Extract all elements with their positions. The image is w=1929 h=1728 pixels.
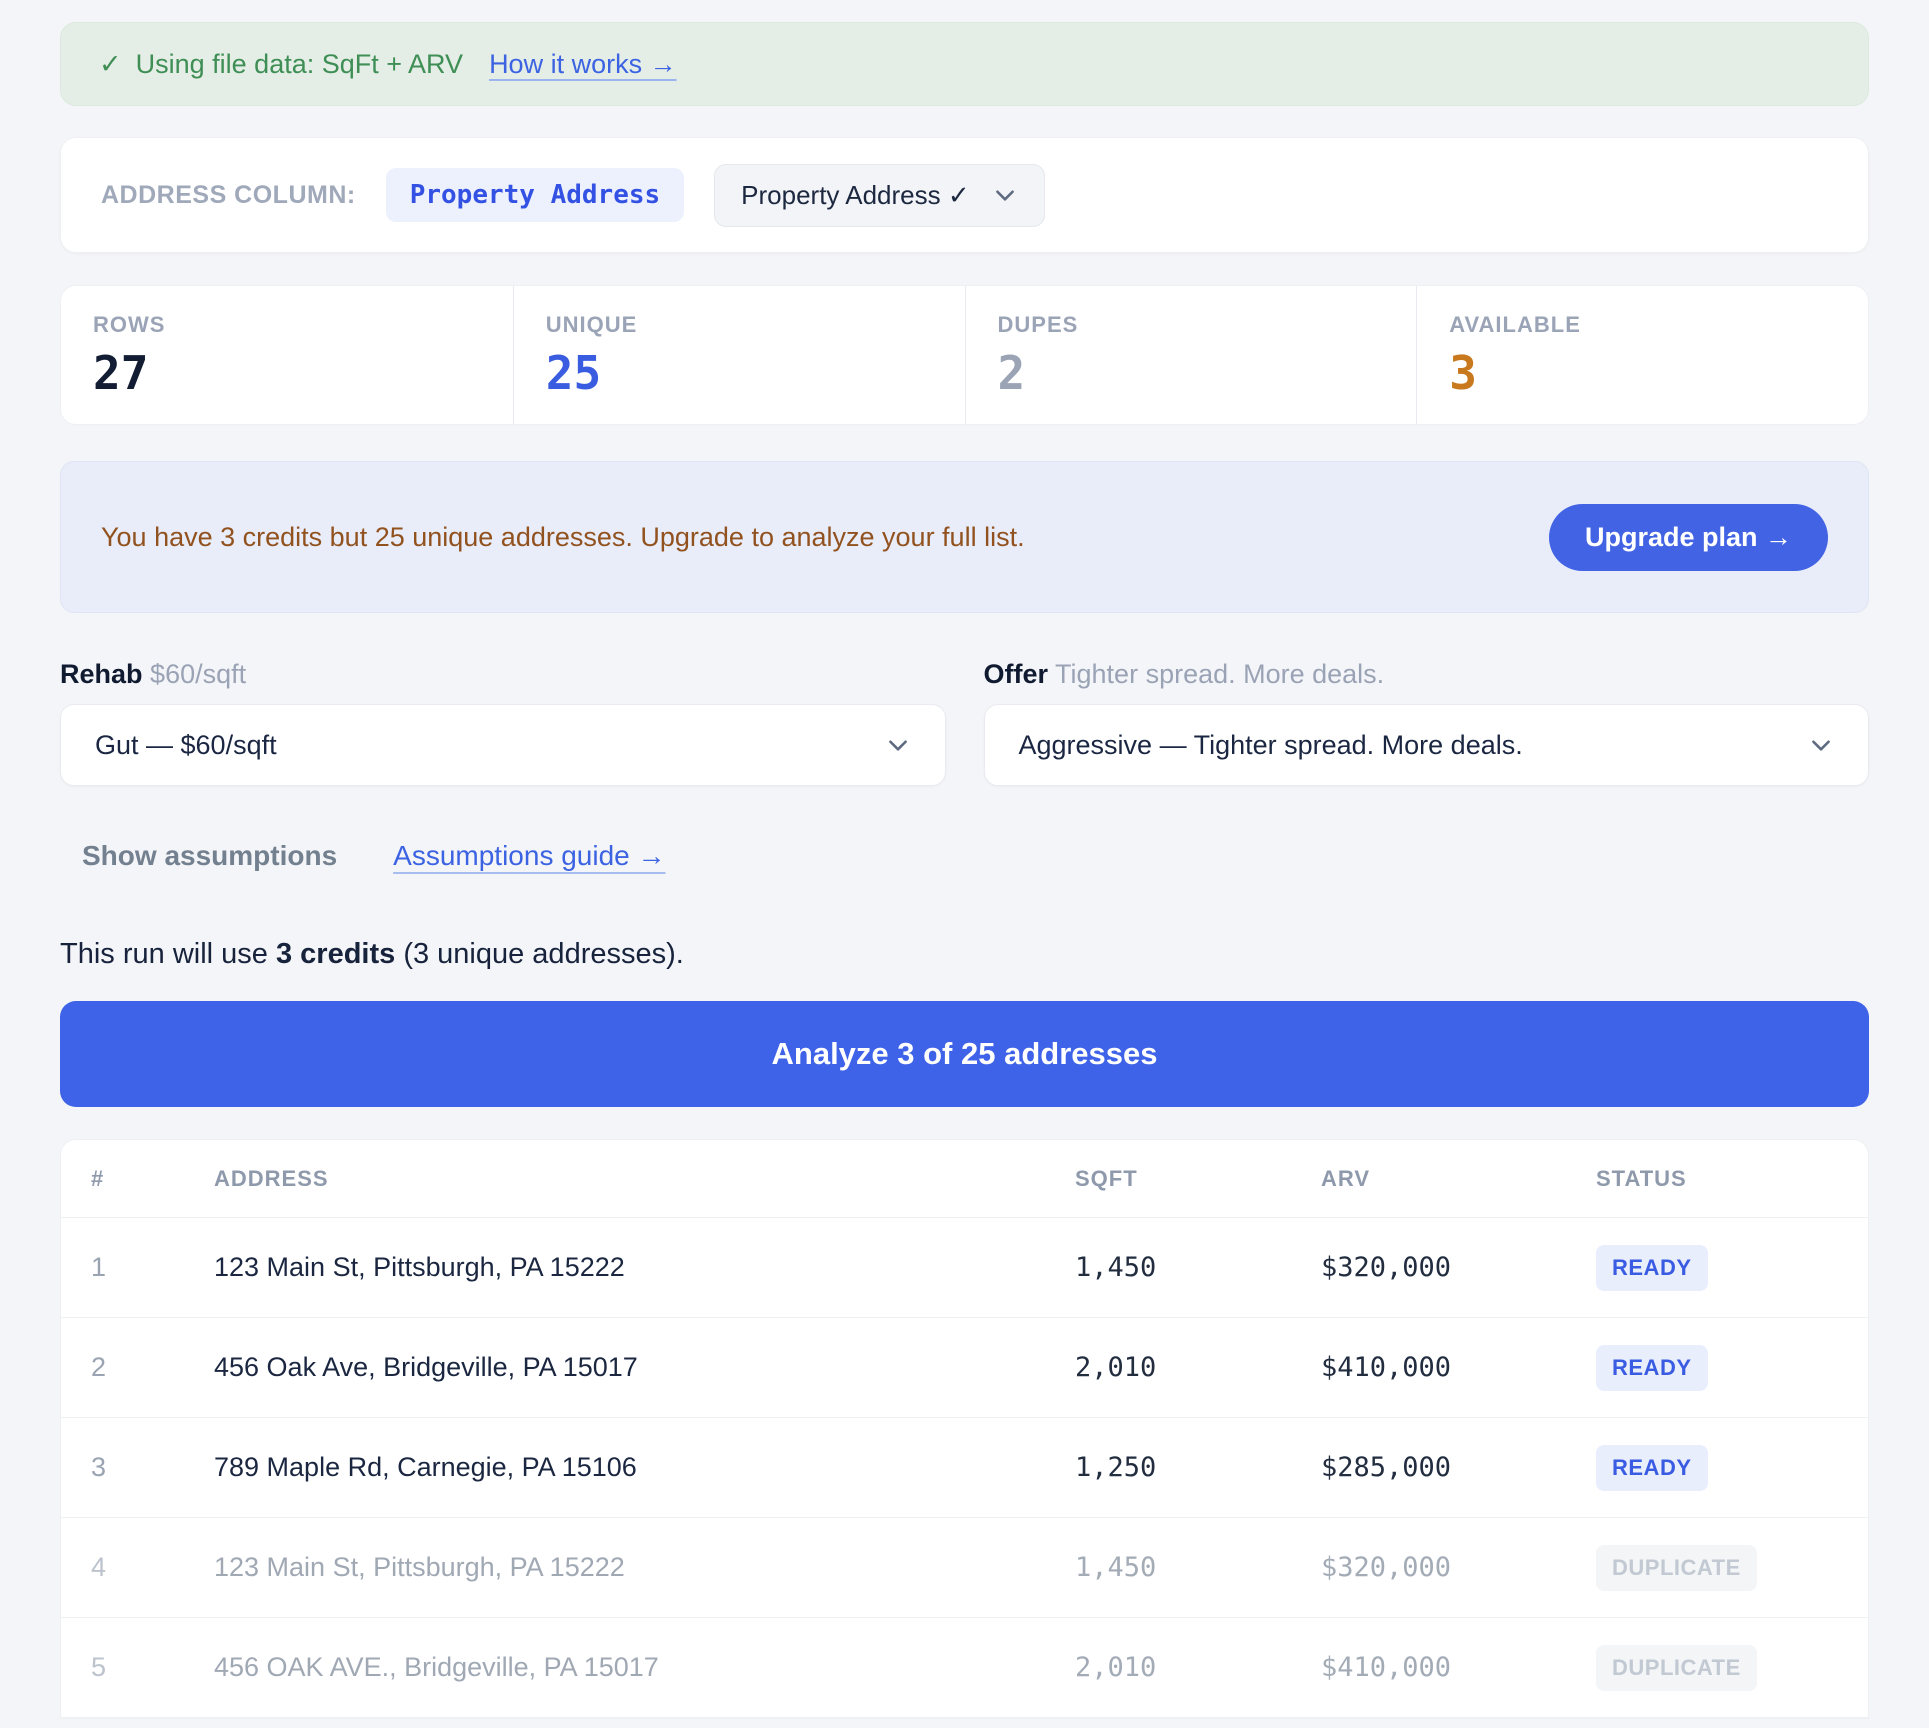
stat-rows: ROWS 27 (61, 286, 513, 424)
header-arv: ARV (1321, 1166, 1596, 1192)
table-row: 4 123 Main St, Pittsburgh, PA 15222 1,45… (61, 1518, 1868, 1618)
page: ✓ Using file data: SqFt + ARV How it wor… (0, 0, 1929, 1719)
address-column-select[interactable]: Property Address ✓ (714, 164, 1044, 227)
row-index: 1 (91, 1252, 214, 1283)
status-badge: READY (1596, 1245, 1708, 1291)
stat-dupes: DUPES 2 (965, 286, 1417, 424)
rehab-label: Rehab (60, 659, 143, 689)
offer-select-value: Aggressive — Tighter spread. More deals. (1019, 730, 1523, 761)
rehab-control: Rehab $60/sqft Gut — $60/sqft (60, 659, 946, 786)
row-address: 123 Main St, Pittsburgh, PA 15222 (214, 1552, 1075, 1583)
chevron-down-icon (1808, 732, 1834, 758)
row-sqft: 2,010 (1075, 1352, 1321, 1383)
stat-rows-label: ROWS (93, 312, 513, 338)
rehab-select-value: Gut — $60/sqft (95, 730, 277, 761)
offer-select[interactable]: Aggressive — Tighter spread. More deals. (984, 704, 1870, 786)
table-row: 1 123 Main St, Pittsburgh, PA 15222 1,45… (61, 1218, 1868, 1318)
addresses-table: # ADDRESS SQFT ARV STATUS 1 123 Main St,… (60, 1139, 1869, 1719)
address-column-card: ADDRESS COLUMN: Property Address Propert… (60, 137, 1869, 253)
row-sqft: 2,010 (1075, 1652, 1321, 1683)
header-sqft: SQFT (1075, 1166, 1321, 1192)
table-header: # ADDRESS SQFT ARV STATUS (61, 1140, 1868, 1218)
row-address: 123 Main St, Pittsburgh, PA 15222 (214, 1252, 1075, 1283)
header-address: ADDRESS (214, 1166, 1075, 1192)
status-badge: READY (1596, 1345, 1708, 1391)
chevron-down-icon (992, 182, 1018, 208)
stat-dupes-value: 2 (998, 346, 1417, 400)
file-data-message-text: Using file data: SqFt + ARV (136, 49, 463, 80)
row-arv: $320,000 (1321, 1252, 1596, 1283)
rehab-label-row: Rehab $60/sqft (60, 659, 946, 690)
table-row: 5 456 OAK AVE., Bridgeville, PA 15017 2,… (61, 1618, 1868, 1718)
row-index: 5 (91, 1652, 214, 1683)
status-badge: DUPLICATE (1596, 1645, 1757, 1691)
stat-unique-label: UNIQUE (546, 312, 965, 338)
row-address: 456 Oak Ave, Bridgeville, PA 15017 (214, 1352, 1075, 1383)
row-sqft: 1,450 (1075, 1552, 1321, 1583)
row-address: 789 Maple Rd, Carnegie, PA 15106 (214, 1452, 1075, 1483)
upgrade-plan-button[interactable]: Upgrade plan → (1549, 504, 1828, 571)
table-row: 3 789 Maple Rd, Carnegie, PA 15106 1,250… (61, 1418, 1868, 1518)
row-address: 456 OAK AVE., Bridgeville, PA 15017 (214, 1652, 1075, 1683)
rehab-hint: $60/sqft (150, 659, 246, 689)
header-index: # (91, 1166, 214, 1192)
upgrade-message: You have 3 credits but 25 unique address… (101, 522, 1025, 553)
offer-label-row: Offer Tighter spread. More deals. (984, 659, 1870, 690)
offer-label: Offer (984, 659, 1049, 689)
table-row: 2 456 Oak Ave, Bridgeville, PA 15017 2,0… (61, 1318, 1868, 1418)
row-index: 2 (91, 1352, 214, 1383)
run-credits-note: This run will use 3 credits (3 unique ad… (60, 938, 1869, 971)
row-arv: $410,000 (1321, 1352, 1596, 1383)
address-column-select-value: Property Address ✓ (741, 180, 969, 211)
header-status: STATUS (1596, 1166, 1838, 1192)
address-column-badge: Property Address (386, 168, 684, 222)
stat-available: AVAILABLE 3 (1416, 286, 1868, 424)
row-arv: $410,000 (1321, 1652, 1596, 1683)
controls-section: Rehab $60/sqft Gut — $60/sqft Offer Tigh… (60, 659, 1869, 786)
assumptions-guide-link[interactable]: Assumptions guide → (393, 840, 665, 872)
row-index: 3 (91, 1452, 214, 1483)
how-it-works-link[interactable]: How it works → (489, 49, 677, 80)
row-arv: $320,000 (1321, 1552, 1596, 1583)
analyze-button[interactable]: Analyze 3 of 25 addresses (60, 1001, 1869, 1107)
row-sqft: 1,450 (1075, 1252, 1321, 1283)
row-index: 4 (91, 1552, 214, 1583)
stat-available-label: AVAILABLE (1449, 312, 1868, 338)
rehab-select[interactable]: Gut — $60/sqft (60, 704, 946, 786)
stat-unique: UNIQUE 25 (513, 286, 965, 424)
status-badge: READY (1596, 1445, 1708, 1491)
check-icon: ✓ (99, 49, 122, 80)
chevron-down-icon (885, 732, 911, 758)
file-data-message: ✓ Using file data: SqFt + ARV (99, 49, 463, 80)
upgrade-banner: You have 3 credits but 25 unique address… (60, 461, 1869, 613)
stats-row: ROWS 27 UNIQUE 25 DUPES 2 AVAILABLE 3 (60, 285, 1869, 425)
row-sqft: 1,250 (1075, 1452, 1321, 1483)
file-data-banner: ✓ Using file data: SqFt + ARV How it wor… (60, 22, 1869, 106)
show-assumptions-toggle[interactable]: Show assumptions (82, 840, 337, 872)
stat-dupes-label: DUPES (998, 312, 1417, 338)
row-arv: $285,000 (1321, 1452, 1596, 1483)
credits-count: 3 credits (276, 938, 395, 970)
offer-hint: Tighter spread. More deals. (1055, 659, 1384, 689)
stat-rows-value: 27 (93, 346, 513, 400)
stat-available-value: 3 (1449, 346, 1868, 400)
stat-unique-value: 25 (546, 346, 965, 400)
assumptions-row: Show assumptions Assumptions guide → (82, 840, 1869, 872)
address-column-label: ADDRESS COLUMN: (101, 181, 356, 210)
status-badge: DUPLICATE (1596, 1545, 1757, 1591)
offer-control: Offer Tighter spread. More deals. Aggres… (984, 659, 1870, 786)
